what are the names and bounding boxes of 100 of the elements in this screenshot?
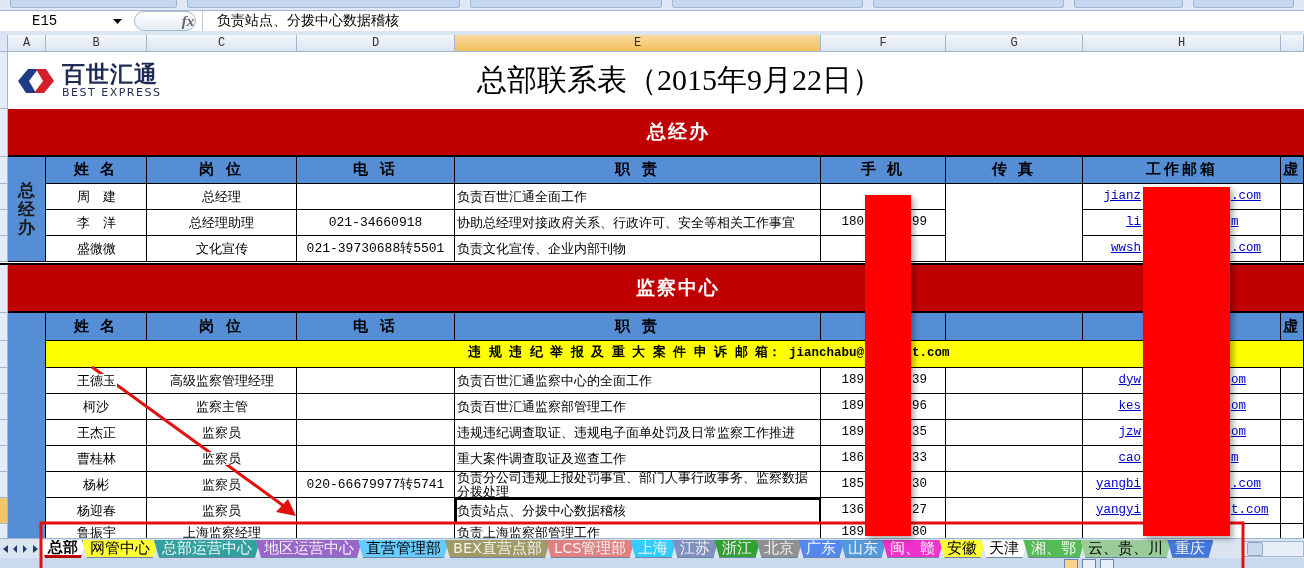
row-header[interactable]	[0, 341, 8, 368]
row-header[interactable]	[0, 368, 8, 394]
row-header[interactable]	[0, 184, 8, 210]
formula-input[interactable]: 负责站点、分拨中心数据稽核	[202, 11, 1304, 31]
name-box[interactable]: E15	[0, 11, 128, 31]
row-header[interactable]	[0, 265, 8, 313]
email-link[interactable]: yangyi	[1096, 503, 1141, 518]
column-header[interactable]: H	[1083, 35, 1281, 51]
name-cell: 曹桂林	[46, 446, 147, 472]
position-cell: 文化宣传	[147, 236, 297, 262]
email-link[interactable]: om	[1231, 425, 1246, 440]
column-header[interactable]: A	[8, 35, 46, 51]
page-break-icon[interactable]	[1100, 559, 1114, 568]
email-link[interactable]: li	[1126, 215, 1141, 230]
row-header[interactable]	[0, 109, 8, 157]
row-header[interactable]	[0, 446, 8, 472]
row-header[interactable]	[0, 236, 8, 262]
duty-cell: 负责百世汇通监察部管理工作	[455, 394, 821, 420]
email-link[interactable]: jianz	[1103, 189, 1141, 204]
column-header[interactable]: F	[821, 35, 946, 51]
sheet-tab[interactable]: 天津	[981, 540, 1028, 558]
mobile-number: 80	[912, 525, 927, 538]
email-link[interactable]: .com	[1231, 189, 1261, 204]
duty-cell: 协助总经理对接政府关系、行政许可、安全等相关工作事宜	[455, 210, 821, 236]
sheet-tab[interactable]: 安徽	[939, 540, 986, 558]
insert-function-button[interactable]: fx	[174, 12, 202, 30]
email-link[interactable]: .com	[1231, 477, 1261, 492]
column-header[interactable]: E	[455, 35, 821, 51]
mobile-number: 189	[841, 399, 864, 414]
row-header[interactable]	[0, 420, 8, 446]
column-heading: 电 话	[297, 313, 455, 341]
mobile-number: 27	[912, 503, 927, 518]
ribbon-button[interactable]	[671, 0, 863, 8]
section-band: 监察中心	[8, 265, 1304, 313]
column-header[interactable]: G	[946, 35, 1083, 51]
column-header[interactable]: D	[297, 35, 455, 51]
row-header[interactable]	[0, 313, 8, 341]
row-header[interactable]	[0, 472, 8, 498]
mobile-number: 180	[841, 215, 864, 230]
email-link[interactable]: dyw	[1118, 373, 1141, 388]
column-header[interactable]: B	[46, 35, 147, 51]
mobile-number: 35	[912, 425, 927, 440]
column-heading: 传 真	[946, 157, 1083, 184]
logo-name: 百世汇通	[62, 63, 159, 86]
column-heading: 电 话	[297, 157, 455, 184]
column-heading: 职 责	[455, 313, 821, 341]
position-cell: 总经理	[147, 184, 297, 210]
horizontal-scrollbar[interactable]	[1242, 541, 1304, 557]
mobile-number: 189	[841, 425, 864, 440]
column-heading: 工作邮箱	[1083, 157, 1281, 184]
row-header[interactable]	[0, 157, 8, 184]
ribbon-button[interactable]	[470, 0, 662, 8]
email-link[interactable]: wwsh	[1111, 241, 1141, 256]
mobile-number: 33	[912, 451, 927, 466]
notice-text: t.com	[912, 347, 950, 361]
resize-handle[interactable]	[134, 11, 196, 31]
email-link[interactable]: yangbi	[1096, 477, 1141, 492]
ribbon-button[interactable]	[1193, 0, 1294, 8]
scroll-thumb[interactable]	[1247, 542, 1263, 556]
sheet-tab[interactable]: 重庆	[1167, 540, 1214, 558]
email-link[interactable]: m	[1231, 215, 1239, 230]
mobile-number: 185	[841, 477, 864, 492]
normal-view-icon[interactable]	[1064, 559, 1078, 568]
sheet-tab[interactable]: 地区运营中心	[256, 540, 362, 558]
sheet-tab[interactable]: 云、贵、川	[1080, 540, 1172, 558]
email-link[interactable]: t.com	[1231, 503, 1269, 518]
mobile-number: 189	[841, 373, 864, 388]
row-header[interactable]	[0, 524, 8, 538]
email-link[interactable]: cao	[1118, 451, 1141, 466]
email-link[interactable]: jzw	[1118, 425, 1141, 440]
mobile-number: 30	[912, 477, 927, 492]
sheet-tab[interactable]: 网管中心	[82, 540, 158, 558]
position-cell: 监察员	[147, 420, 297, 446]
sheet-tab[interactable]: 直营管理部	[358, 540, 449, 558]
email-link[interactable]: om	[1231, 399, 1246, 414]
row-header[interactable]	[0, 52, 8, 109]
name-cell: 王杰正	[46, 420, 147, 446]
ribbon-button[interactable]	[872, 0, 1065, 8]
email-link[interactable]: .com	[1231, 241, 1261, 256]
row-header[interactable]	[0, 210, 8, 236]
section-side-label: 总经办	[8, 157, 46, 262]
column-heading: 虚	[1281, 157, 1304, 184]
page-layout-icon[interactable]	[1082, 559, 1096, 568]
row-header[interactable]	[0, 498, 8, 524]
duty-cell: 重大案件调查取证及巡查工作	[455, 446, 821, 472]
ribbon-button[interactable]	[1074, 0, 1184, 8]
select-all-corner[interactable]	[0, 35, 8, 51]
column-header[interactable]: C	[147, 35, 297, 51]
sheet-title: 总部联系表（2015年9月22日）	[476, 62, 883, 98]
row-header[interactable]	[0, 394, 8, 420]
email-link[interactable]: kes	[1118, 399, 1141, 414]
mobile-number: 39	[912, 373, 927, 388]
column-header[interactable]	[1281, 35, 1304, 51]
name-cell: 王德玉	[46, 368, 147, 394]
position-cell: 高级监察管理经理	[147, 368, 297, 394]
duty-cell: 负责百世汇通全面工作	[455, 184, 821, 210]
email-link[interactable]: m	[1231, 451, 1239, 466]
email-link[interactable]: om	[1231, 373, 1246, 388]
column-heading: 姓 名	[46, 313, 147, 341]
column-heading: 虚	[1281, 313, 1304, 341]
